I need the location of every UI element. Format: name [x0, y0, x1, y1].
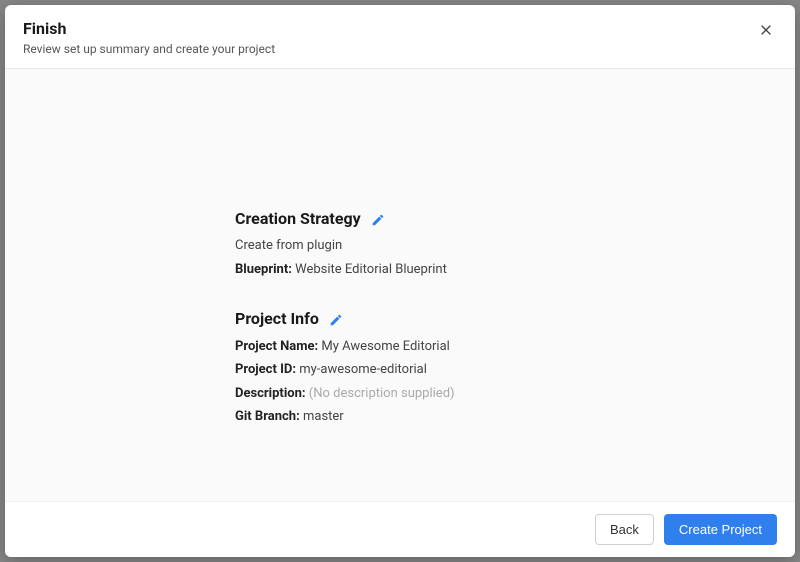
git-branch-label: Git Branch:: [235, 409, 300, 424]
section-header: Project Info: [235, 309, 595, 328]
project-name-field: Project Name: My Awesome Editorial: [235, 338, 595, 356]
description-value: (No description supplied): [309, 386, 455, 401]
project-id-field: Project ID: my-awesome-editorial: [235, 361, 595, 379]
close-icon: [758, 22, 774, 42]
summary: Creation Strategy Create from plugin Blu…: [235, 209, 595, 426]
back-button[interactable]: Back: [595, 514, 654, 545]
modal-title: Finish: [23, 19, 777, 38]
creation-strategy-section: Creation Strategy Create from plugin Blu…: [235, 209, 595, 279]
modal-subtitle: Review set up summary and create your pr…: [23, 42, 777, 56]
modal-header: Finish Review set up summary and create …: [5, 5, 795, 69]
project-id-label: Project ID:: [235, 362, 296, 377]
git-branch-value: master: [303, 409, 344, 424]
modal-body: Creation Strategy Create from plugin Blu…: [5, 69, 795, 501]
project-info-title: Project Info: [235, 309, 319, 328]
pencil-icon: [329, 312, 343, 326]
description-label: Description:: [235, 386, 306, 401]
description-field: Description: (No description supplied): [235, 385, 595, 403]
blueprint-label: Blueprint:: [235, 262, 292, 277]
modal-footer: Back Create Project: [5, 501, 795, 557]
edit-strategy-button[interactable]: [371, 212, 385, 226]
project-name-value: My Awesome Editorial: [321, 339, 449, 354]
finish-modal: Finish Review set up summary and create …: [5, 5, 795, 557]
git-branch-field: Git Branch: master: [235, 408, 595, 426]
creation-strategy-title: Creation Strategy: [235, 209, 361, 228]
blueprint-value: Website Editorial Blueprint: [295, 262, 447, 277]
edit-project-info-button[interactable]: [329, 312, 343, 326]
strategy-subtext: Create from plugin: [235, 238, 595, 253]
project-name-label: Project Name:: [235, 339, 318, 354]
pencil-icon: [371, 212, 385, 226]
project-id-value: my-awesome-editorial: [299, 362, 427, 377]
project-info-section: Project Info Project Name: My Awesome Ed…: [235, 309, 595, 426]
create-project-button[interactable]: Create Project: [664, 514, 777, 545]
section-header: Creation Strategy: [235, 209, 595, 228]
close-button[interactable]: [755, 21, 777, 43]
blueprint-field: Blueprint: Website Editorial Blueprint: [235, 261, 595, 279]
